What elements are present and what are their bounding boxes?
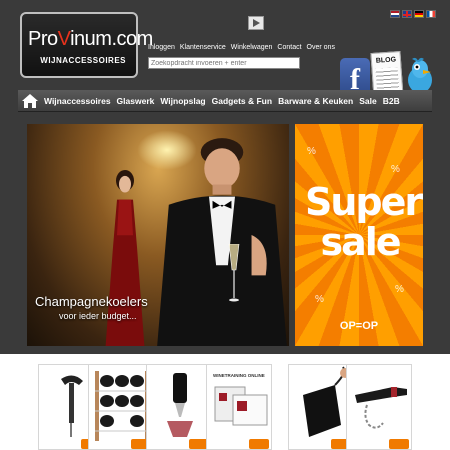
banner-subtitle: voor ieder budget... [59,311,137,321]
nav-item-gadgets[interactable]: Gadgets & Fun [209,96,275,106]
percent-icon: % [391,164,400,175]
wine-rack-image [95,371,149,441]
aerator-image [167,373,193,437]
percent-icon: % [395,284,404,295]
blog-label: BLOG [375,56,397,65]
percent-icon: % [315,294,324,305]
nav-item-sale[interactable]: Sale [356,96,380,106]
champagne-glass [228,244,240,302]
wine-course-label: WINETRAINING ONLINE [213,373,265,378]
bottle-chain-image [355,387,407,429]
percent-icon: % [307,146,316,157]
flag-nl-icon[interactable] [390,10,400,18]
nav-item-wijnopslag[interactable]: Wijnopslag [157,96,208,106]
media-play-icon[interactable] [248,16,264,30]
sale-headline: Super sale [305,180,423,264]
site-logo[interactable]: ProVinum.com WIJNACCESSOIRES [20,12,153,78]
sale-banner[interactable]: % % % % Super sale OP=OP [295,124,423,346]
link-over-ons[interactable]: Over ons [307,44,335,51]
main-nav: Wijnaccessoires Glaswerk Wijnopslag Gadg… [18,90,432,112]
product-card-wine-bag[interactable] [288,364,354,450]
home-icon[interactable] [21,92,39,110]
product-strip: WINETRAINING ONLINE [0,354,450,450]
price-tag [249,439,269,449]
top-links: Inloggen Klantenservice Winkelwagen Cont… [148,44,335,51]
link-winkelwagen[interactable]: Winkelwagen [231,44,273,51]
flag-uk-icon[interactable] [402,10,412,18]
logo-wordmark: ProVinum.com [28,28,153,50]
banner-title: Champagnekoelers [35,294,148,309]
banner-caption: Champagnekoelers voor ieder budget... [35,294,148,321]
hero-banner[interactable]: Champagnekoelers voor ieder budget... [27,124,289,346]
product-card-bottle-chain[interactable] [346,364,412,450]
nav-item-wijnaccessoires[interactable]: Wijnaccessoires [41,96,114,106]
wine-bag-image [303,366,350,437]
link-inloggen[interactable]: Inloggen [148,44,175,51]
link-klantenservice[interactable]: Klantenservice [180,44,226,51]
nav-item-glaswerk[interactable]: Glaswerk [114,96,158,106]
product-card-wine-course[interactable]: WINETRAINING ONLINE [206,364,272,450]
logo-subtitle: WIJNACCESSOIRES [40,56,126,65]
nav-item-barware[interactable]: Barware & Keuken [275,96,356,106]
flag-fr-icon[interactable] [426,10,436,18]
man-in-tuxedo [157,138,287,346]
nav-item-b2b[interactable]: B2B [380,96,403,106]
product-card-wine-rack[interactable] [88,364,154,450]
sale-footer: OP=OP [339,320,379,332]
link-contact[interactable]: Contact [277,44,301,51]
search-input[interactable] [148,57,300,69]
flag-de-icon[interactable] [414,10,424,18]
product-card-aerator[interactable] [146,364,212,450]
price-tag [389,439,409,449]
language-selector [390,10,436,18]
